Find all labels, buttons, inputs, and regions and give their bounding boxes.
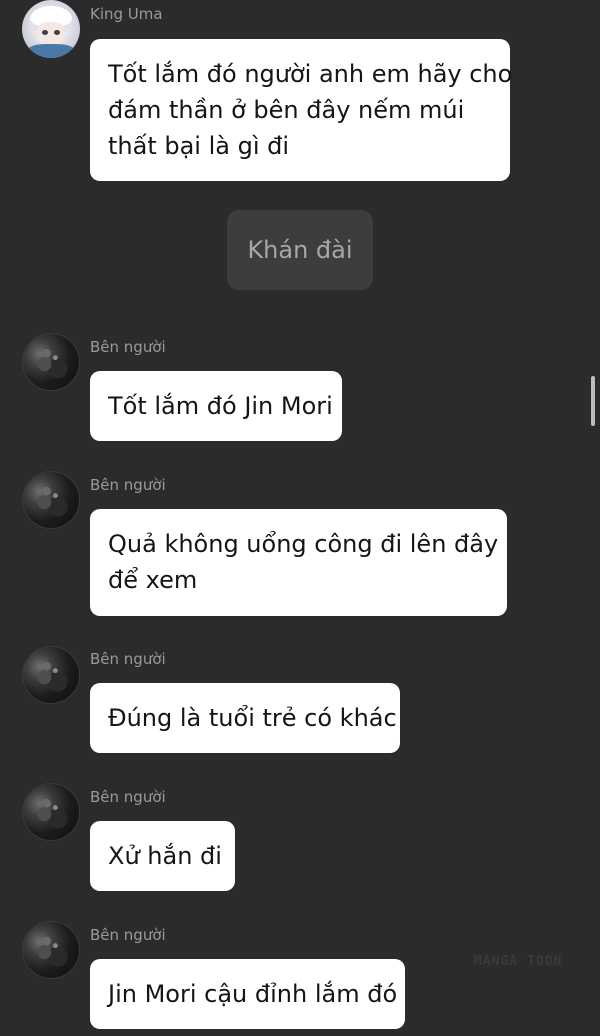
avatar-eye-left <box>42 30 48 35</box>
avatar-image <box>29 340 73 384</box>
system-notice-bubble: Khán đài <box>227 210 373 290</box>
avatar-image <box>29 478 73 522</box>
message-line: Xử hắn đi <box>108 842 222 870</box>
message-line: Quả không uổng công đi lên đây <box>108 530 499 558</box>
message-line: đám thần ở bên đây nếm múi <box>108 96 465 124</box>
message-line: Tốt lắm đó người anh em hãy cho <box>108 60 513 88</box>
message-bubble[interactable]: Xử hắn đi <box>90 821 235 891</box>
dark-hooded-avatar[interactable] <box>22 646 80 704</box>
avatar-image <box>29 653 73 697</box>
message-bubble[interactable]: Jin Mori cậu đỉnh lắm đó <box>90 959 405 1029</box>
message-line: Jin Mori cậu đỉnh lắm đó <box>108 980 398 1008</box>
sender-name: Bên người <box>90 788 166 806</box>
avatar-outfit <box>28 44 74 58</box>
sender-name: Bên người <box>90 338 166 356</box>
message-bubble[interactable]: Tốt lắm đó người anh em hãy cho đám thần… <box>90 39 513 181</box>
avatar-face <box>37 22 65 46</box>
dark-hooded-avatar[interactable] <box>22 921 80 979</box>
king-uma-avatar[interactable] <box>22 0 80 58</box>
sender-name: Bên người <box>90 926 166 944</box>
avatar-image <box>29 790 73 834</box>
message-line: thất bại là gì đi <box>108 132 290 160</box>
message-bubble[interactable]: Tốt lắm đó Jin Mori <box>90 371 342 441</box>
sender-name: Bên người <box>90 476 166 494</box>
watermark: MANGA TOON <box>474 954 563 969</box>
message-line: để xem <box>108 566 198 594</box>
sender-name: King Uma <box>90 5 163 23</box>
message-line: Tốt lắm đó Jin Mori <box>108 392 333 420</box>
dark-hooded-avatar[interactable] <box>22 333 80 391</box>
message-line: Đúng là tuổi trẻ có khác <box>108 704 397 732</box>
avatar-image <box>29 928 73 972</box>
scrollbar[interactable] <box>591 376 595 426</box>
message-bubble[interactable]: Quả không uổng công đi lên đây để xem <box>90 509 507 616</box>
sender-name: Bên người <box>90 650 166 668</box>
avatar-eye-right <box>54 30 60 35</box>
system-notice-text: Khán đài <box>247 236 353 264</box>
dark-hooded-avatar[interactable] <box>22 471 80 529</box>
message-bubble[interactable]: Đúng là tuổi trẻ có khác <box>90 683 400 753</box>
dark-hooded-avatar[interactable] <box>22 783 80 841</box>
